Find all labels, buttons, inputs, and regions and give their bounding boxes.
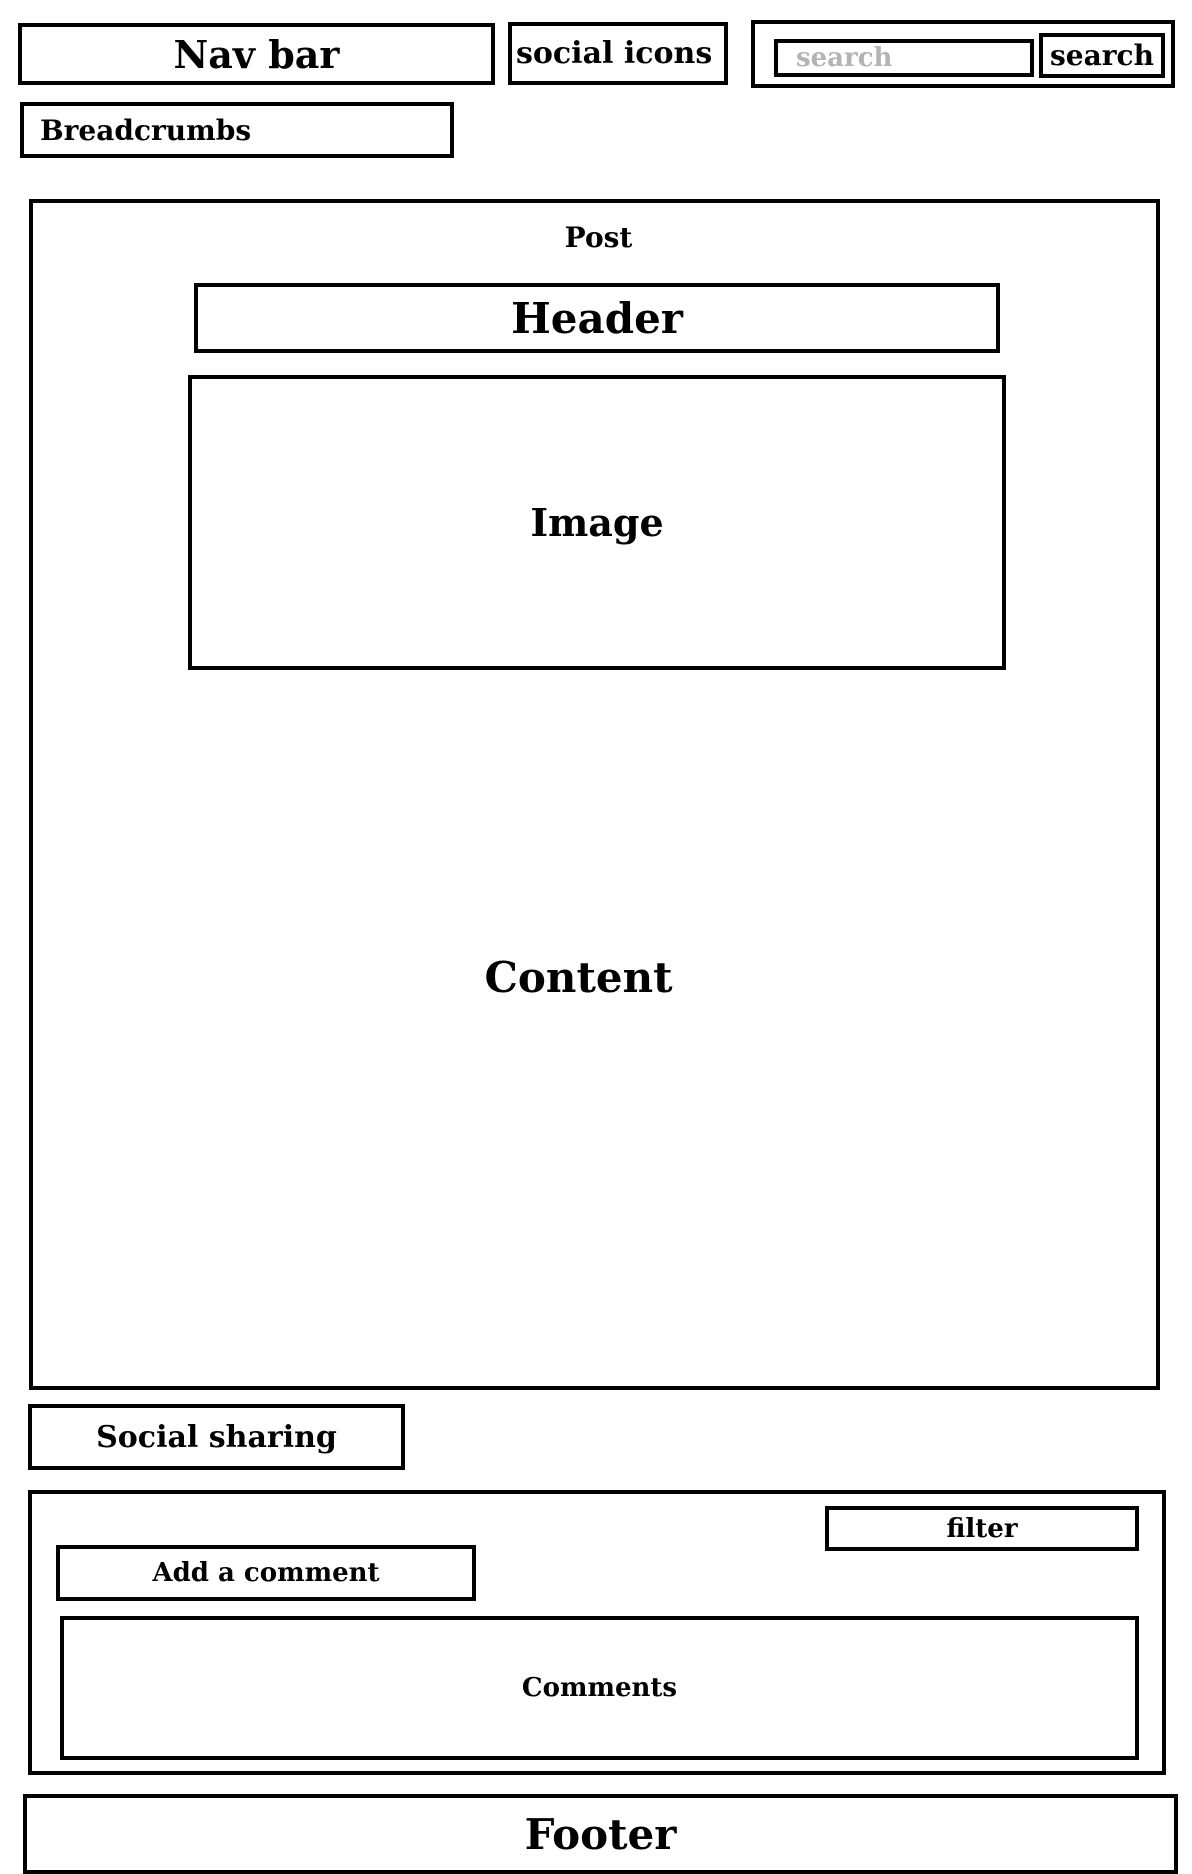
filter-button[interactable]: filter	[825, 1506, 1139, 1551]
post-header-label: Header	[511, 293, 683, 343]
social-sharing-label: Social sharing	[96, 1419, 337, 1455]
search-button[interactable]: search	[1039, 33, 1165, 78]
post-image-label: Image	[530, 500, 664, 545]
post-label: Post	[564, 221, 633, 254]
nav-bar-label: Nav bar	[173, 31, 340, 77]
add-comment-label: Add a comment	[152, 1558, 380, 1588]
search-input[interactable]	[774, 39, 1034, 77]
breadcrumb-label: Breadcrumbs	[40, 113, 252, 147]
comments-list: Comments	[60, 1616, 1139, 1760]
social-icons[interactable]: social icons	[508, 22, 728, 85]
comments-section: filter Add a comment Comments	[28, 1490, 1166, 1775]
post-content: Content	[484, 953, 673, 1002]
breadcrumb[interactable]: Breadcrumbs	[20, 102, 454, 158]
social-icons-label: social icons	[516, 36, 713, 71]
filter-label: filter	[946, 1513, 1018, 1544]
comments-list-label: Comments	[521, 1673, 678, 1703]
social-sharing[interactable]: Social sharing	[28, 1404, 405, 1470]
nav-bar[interactable]: Nav bar	[18, 23, 495, 85]
footer-label: Footer	[524, 1810, 677, 1859]
search-bar: search	[751, 20, 1175, 88]
add-comment-button[interactable]: Add a comment	[56, 1545, 476, 1601]
post-image: Image	[188, 375, 1006, 670]
footer: Footer	[23, 1794, 1178, 1874]
post: Post Header Image Content	[29, 199, 1160, 1390]
post-header: Header	[194, 283, 1000, 353]
